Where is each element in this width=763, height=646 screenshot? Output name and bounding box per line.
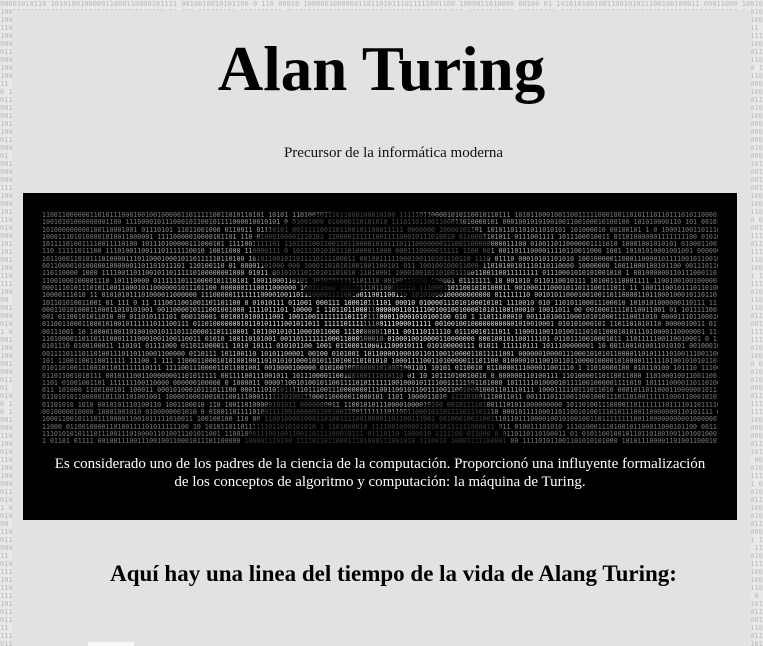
hero-caption: Es considerado uno de los padres de la c… [54, 456, 706, 490]
horizontal-scrollbar-thumb[interactable] [88, 642, 134, 646]
page-subtitle: Precursor de la informática moderna [283, 145, 504, 161]
main-content: Alan Turing Precursor de la informática … [12, 10, 751, 646]
binary-portrait-image: 1100110000001101011100010010010000011011… [42, 212, 718, 444]
hero-banner: 1100110000001101011100010010010000011011… [23, 193, 737, 520]
page-title: Alan Turing [217, 34, 546, 104]
timeline-heading: Aquí hay una linea del tiempo de la vida… [110, 561, 677, 586]
